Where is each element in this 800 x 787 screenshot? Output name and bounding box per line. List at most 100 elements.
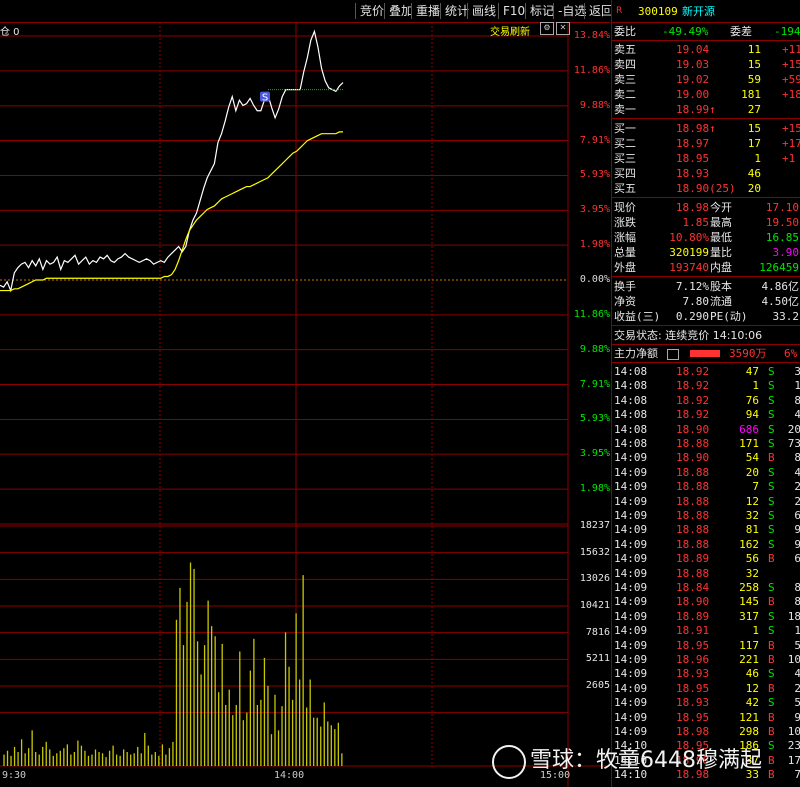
pct-label-down: 5.93% xyxy=(579,413,610,425)
tick-volume: 162 xyxy=(739,537,759,551)
bid-row: 买二 18.97 17 +17 xyxy=(612,136,800,151)
stat-row: 涨跌 1.85 最高 19.50 xyxy=(612,215,800,230)
tick-count: 4 xyxy=(794,408,800,422)
badge: R xyxy=(616,6,623,16)
tick-volume: 117 xyxy=(739,638,759,652)
tick-price: 18.88 xyxy=(676,509,710,522)
mainflow-label: 主力净额 xyxy=(614,347,658,360)
tick-row: 14:09 18.88 81 S 9 xyxy=(612,522,800,537)
tick-price: 18.93 xyxy=(676,696,710,710)
tick-volume: 46 xyxy=(745,667,759,681)
pct-label-down: 1.98% xyxy=(579,483,610,495)
chart-icon[interactable] xyxy=(667,349,679,360)
tick-volume: 12 xyxy=(745,681,759,695)
tick-count: 8 xyxy=(794,595,800,609)
ask-row: 卖三 19.02 59 +59 xyxy=(612,72,800,87)
volume-label: 5211 xyxy=(585,653,610,665)
tick-volume: 317 xyxy=(739,609,759,623)
tick-volume: 171 xyxy=(739,437,759,450)
tick-volume: 686 xyxy=(739,422,759,436)
stock-code: 300109 xyxy=(638,5,678,18)
stat-value: 1.85 xyxy=(682,216,710,229)
chart-toolbar: 竞价 叠加 重播 统计 画线 F10 标记 -自选 返回 xyxy=(0,0,613,23)
tick-count: 23 xyxy=(787,739,800,753)
tick-row: 14:09 18.95 12 B 2 xyxy=(612,681,800,696)
ask-row: 卖五 19.04 11 +11 xyxy=(612,42,800,57)
toolbar-item-4[interactable]: 画线 xyxy=(467,3,500,19)
tick-volume: 121 xyxy=(739,710,759,724)
tick-time: 14:09 xyxy=(614,494,648,508)
stat2-label: 收益(三) xyxy=(614,310,661,323)
tick-time: 14:09 xyxy=(614,725,648,738)
mainflow-pct: 6% xyxy=(784,347,798,360)
s-marker: S xyxy=(262,93,268,104)
bid-label: 买四 xyxy=(614,167,636,180)
pct-label-down: 9.88% xyxy=(579,343,610,355)
tick-side: S xyxy=(768,609,775,623)
tick-time: 14:09 xyxy=(614,451,648,465)
tick-volume: 76 xyxy=(745,393,759,407)
bid-label: 买二 xyxy=(614,137,636,150)
tick-time: 14:09 xyxy=(614,681,648,695)
tick-count: 9 xyxy=(794,537,800,551)
tick-side: S xyxy=(768,480,775,494)
tick-price: 18.89 xyxy=(676,552,710,566)
stat-value: 10.80% xyxy=(669,231,709,244)
bid-price: 18.95 xyxy=(676,152,710,165)
tick-side: B xyxy=(768,710,775,724)
stat-value: 193740 xyxy=(669,261,709,274)
stat-label: 涨跌 xyxy=(614,216,636,229)
tick-price: 18.91 xyxy=(676,624,710,638)
tick-row: 14:09 18.84 258 S 8 xyxy=(612,580,800,595)
stat2-label: PE(动) xyxy=(710,310,748,323)
settings-icon[interactable]: ⚙ xyxy=(540,22,554,35)
tick-time: 14:09 xyxy=(614,480,648,494)
tick-price: 18.90 xyxy=(676,595,710,609)
refresh-label[interactable]: 交易刷新 xyxy=(490,23,530,38)
bid-volume: 46 xyxy=(747,167,761,180)
tick-side: B xyxy=(768,552,775,566)
tick-side: S xyxy=(768,379,775,393)
tick-row: 14:09 18.93 46 S 4 xyxy=(612,666,800,681)
tick-time: 14:08 xyxy=(614,365,648,378)
tick-volume: 1 xyxy=(752,624,759,638)
tick-row: 14:09 18.98 298 B 10 xyxy=(612,724,800,739)
tick-side: S xyxy=(768,537,775,551)
stock-name: 新开源 xyxy=(682,5,715,18)
tick-side: B xyxy=(768,725,775,738)
tick-time: 14:08 xyxy=(614,422,648,436)
tick-volume: 298 xyxy=(739,725,759,738)
tick-volume: 32 xyxy=(745,509,759,522)
stat-value: 19.50 xyxy=(765,216,799,229)
pct-label-down: 7.91% xyxy=(579,378,610,390)
bid-volume: 20 xyxy=(747,182,761,195)
stat-label: 涨幅 xyxy=(614,231,636,244)
ask-price: 19.03 xyxy=(676,58,710,71)
tick-price: 18.93 xyxy=(676,667,710,681)
stat-label: 总量 xyxy=(614,246,636,259)
bid-volume: 15 xyxy=(747,122,761,135)
intraday-chart: S 仓 0 交易刷新 ⚙ ✕ 13.84% 11.86% 9.88% 7.91% 5.9… xyxy=(0,22,610,787)
avg-price-line xyxy=(0,131,343,292)
tick-price: 18.90 xyxy=(676,422,710,436)
stat2-label: 流通 xyxy=(710,295,732,308)
tick-row: 14:09 18.95 121 B 9 xyxy=(612,710,800,725)
tick-volume: 54 xyxy=(745,451,759,465)
weibi-label: 委比 xyxy=(614,25,636,38)
tick-row: 14:09 18.88 7 S 2 xyxy=(612,479,800,494)
tick-price: 18.92 xyxy=(676,393,710,407)
bid-volume: 17 xyxy=(747,137,761,150)
tick-count: 8 xyxy=(794,451,800,465)
tick-price: 18.88 xyxy=(676,465,710,479)
volume-label: 13026 xyxy=(579,573,610,585)
bid-price: 18.90(25) xyxy=(676,182,736,195)
tick-side: S xyxy=(768,624,775,638)
stat2-value: 4.50亿 xyxy=(761,295,800,308)
tick-row: 14:09 18.95 117 B 5 xyxy=(612,638,800,653)
tick-volume: 1 xyxy=(752,379,759,393)
tick-side: B xyxy=(768,638,775,652)
tick-row: 14:09 18.88 32 S 6 xyxy=(612,508,800,523)
tick-time: 14:08 xyxy=(614,379,648,393)
tick-side: S xyxy=(768,494,775,508)
pct-label-up: 9.88% xyxy=(579,99,610,111)
